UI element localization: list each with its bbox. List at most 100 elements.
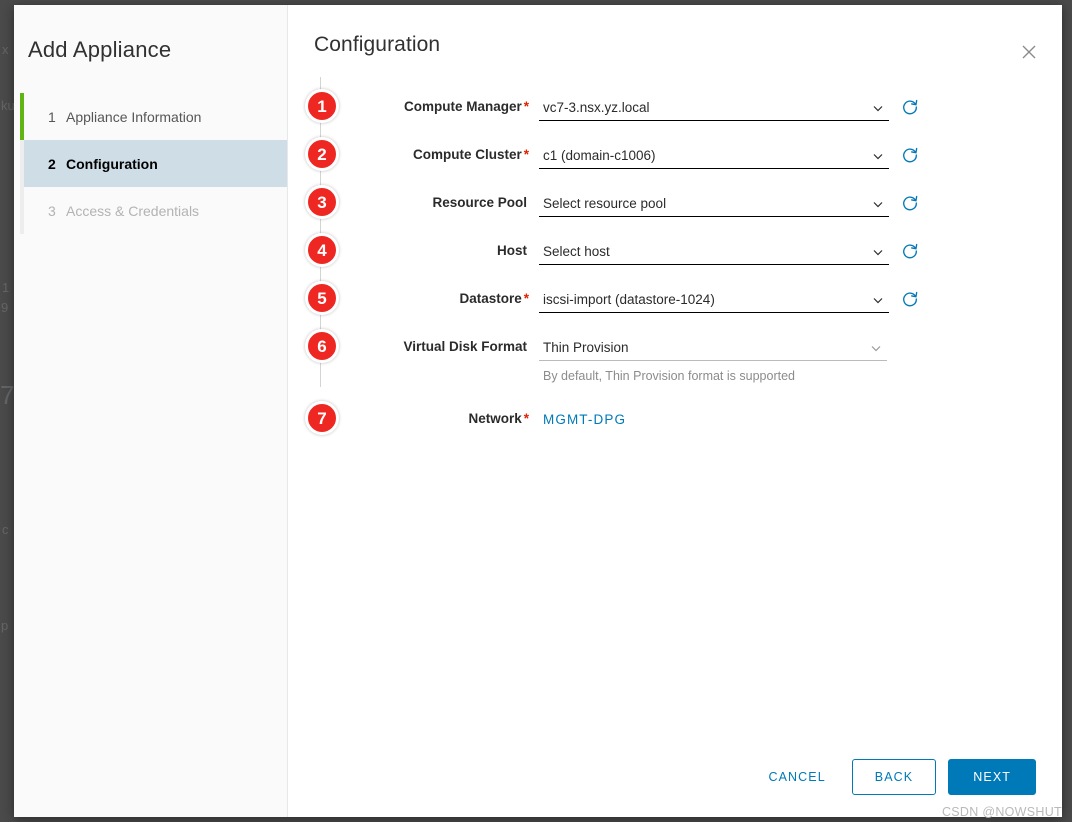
badge-container: 1 [293, 89, 351, 123]
refresh-icon[interactable] [901, 146, 921, 166]
back-button[interactable]: BACK [851, 759, 937, 795]
chevron-down-icon [871, 293, 885, 307]
backdrop-fragment: x [2, 42, 9, 57]
virtual-disk-format-select[interactable]: Thin Provision [539, 335, 887, 361]
badge-container: 7 [293, 401, 351, 435]
badge-container: 4 [293, 233, 351, 267]
refresh-icon[interactable] [901, 242, 921, 262]
label-text: Datastore [459, 291, 522, 306]
field-row-network: 7 Network * MGMT-DPG [293, 401, 1062, 446]
step-number: 2 [48, 155, 56, 172]
sidebar-step-access-credentials: 3 Access & Credentials [24, 187, 287, 234]
refresh-icon[interactable] [901, 290, 921, 310]
callout-badge-3: 3 [305, 185, 339, 219]
field-control-container: Select host [539, 237, 1062, 265]
backdrop-fragment: 1 [2, 280, 10, 295]
field-control-container: MGMT-DPG [539, 405, 1062, 429]
required-asterisk: * [523, 291, 529, 306]
backdrop-fragment: c [2, 522, 9, 537]
compute-cluster-value: c1 (domain-c1006) [543, 148, 656, 163]
compute-manager-select[interactable]: vc7-3.nsx.yz.local [539, 95, 889, 121]
label-text: Compute Manager [403, 99, 522, 114]
field-label-resource-pool: Resource Pool [351, 189, 539, 210]
step-label: Configuration [66, 155, 158, 172]
label-text: Resource Pool [432, 195, 527, 210]
chevron-down-icon [871, 149, 885, 163]
field-row-host: 4 Host Select host [293, 233, 1062, 278]
wizard-title: Add Appliance [28, 37, 172, 62]
cancel-button[interactable]: CANCEL [754, 759, 839, 795]
backdrop-fragment: p [1, 618, 9, 633]
host-select[interactable]: Select host [539, 239, 889, 265]
sidebar-step-appliance-information[interactable]: 1 Appliance Information [24, 93, 287, 140]
chevron-down-icon [871, 101, 885, 115]
badge-container: 3 [293, 185, 351, 219]
datastore-select[interactable]: iscsi-import (datastore-1024) [539, 287, 889, 313]
required-asterisk: * [523, 411, 529, 426]
required-asterisk: * [523, 99, 529, 114]
resource-pool-select[interactable]: Select resource pool [539, 191, 889, 217]
callout-badge-6: 6 [305, 329, 339, 363]
compute-manager-value: vc7-3.nsx.yz.local [543, 100, 650, 115]
badge-container: 5 [293, 281, 351, 315]
label-text: Network [468, 411, 522, 426]
step-label: Access & Credentials [66, 202, 200, 219]
compute-cluster-select[interactable]: c1 (domain-c1006) [539, 143, 889, 169]
sidebar-step-configuration[interactable]: 2 Configuration [24, 140, 287, 187]
refresh-icon[interactable] [901, 98, 921, 118]
field-label-host: Host [351, 237, 539, 258]
callout-badge-2: 2 [305, 137, 339, 171]
dialog-header: Configuration [288, 5, 1062, 69]
dialog-main: Configuration 1 Compute Manager * vc7-3.… [288, 5, 1062, 817]
chevron-down-icon [871, 197, 885, 211]
field-row-compute-cluster: 2 Compute Cluster * c1 (domain-c1006) [293, 137, 1062, 182]
callout-badge-7: 7 [305, 401, 339, 435]
close-icon[interactable] [1012, 35, 1046, 69]
badge-container: 2 [293, 137, 351, 171]
virtual-disk-format-value: Thin Provision [543, 340, 629, 355]
configuration-form: 1 Compute Manager * vc7-3.nsx.yz.local 2… [288, 69, 1062, 759]
label-text: Host [497, 243, 527, 258]
badge-container: 6 [293, 329, 351, 363]
dialog-footer: CANCEL BACK NEXT [288, 759, 1062, 817]
chevron-down-icon [869, 341, 883, 355]
required-asterisk: * [523, 147, 529, 162]
callout-badge-4: 4 [305, 233, 339, 267]
page-title: Configuration [314, 33, 441, 56]
field-row-virtual-disk-format: 6 Virtual Disk Format Thin Provision By … [293, 329, 1062, 383]
field-label-compute-manager: Compute Manager * [351, 93, 539, 114]
field-control-container: iscsi-import (datastore-1024) [539, 285, 1062, 313]
datastore-value: iscsi-import (datastore-1024) [543, 292, 715, 307]
field-control-container: Thin Provision By default, Thin Provisio… [539, 333, 1062, 383]
field-label-network: Network * [351, 405, 539, 426]
chevron-down-icon [871, 245, 885, 259]
field-row-compute-manager: 1 Compute Manager * vc7-3.nsx.yz.local [293, 89, 1062, 134]
resource-pool-value: Select resource pool [543, 196, 667, 211]
callout-badge-1: 1 [305, 89, 339, 123]
backdrop-fragment: 7 [0, 380, 15, 410]
callout-badge-5: 5 [305, 281, 339, 315]
next-button[interactable]: NEXT [948, 759, 1036, 795]
field-row-datastore: 5 Datastore * iscsi-import (datastore-102… [293, 281, 1062, 326]
backdrop-fragment: 9 [1, 300, 9, 315]
step-label: Appliance Information [66, 108, 202, 125]
virtual-disk-format-hint: By default, Thin Provision format is sup… [543, 369, 795, 383]
label-text: Virtual Disk Format [403, 339, 527, 354]
field-control-container: c1 (domain-c1006) [539, 141, 1062, 169]
step-number: 3 [48, 202, 56, 219]
step-number: 1 [48, 108, 56, 125]
field-row-resource-pool: 3 Resource Pool Select resource pool [293, 185, 1062, 230]
backdrop-fragment: ku [1, 98, 15, 113]
wizard-sidebar: Add Appliance 1 Appliance Information 2 … [14, 5, 288, 817]
refresh-icon[interactable] [901, 194, 921, 214]
wizard-step-list: 1 Appliance Information 2 Configuration … [14, 93, 287, 234]
field-label-compute-cluster: Compute Cluster * [351, 141, 539, 162]
network-link[interactable]: MGMT-DPG [539, 407, 626, 427]
field-control-container: Select resource pool [539, 189, 1062, 217]
host-value: Select host [543, 244, 610, 259]
field-label-datastore: Datastore * [351, 285, 539, 306]
field-label-virtual-disk-format: Virtual Disk Format [351, 333, 539, 354]
label-text: Compute Cluster [412, 147, 522, 162]
field-control-container: vc7-3.nsx.yz.local [539, 93, 1062, 121]
add-appliance-dialog: Add Appliance 1 Appliance Information 2 … [14, 5, 1062, 817]
